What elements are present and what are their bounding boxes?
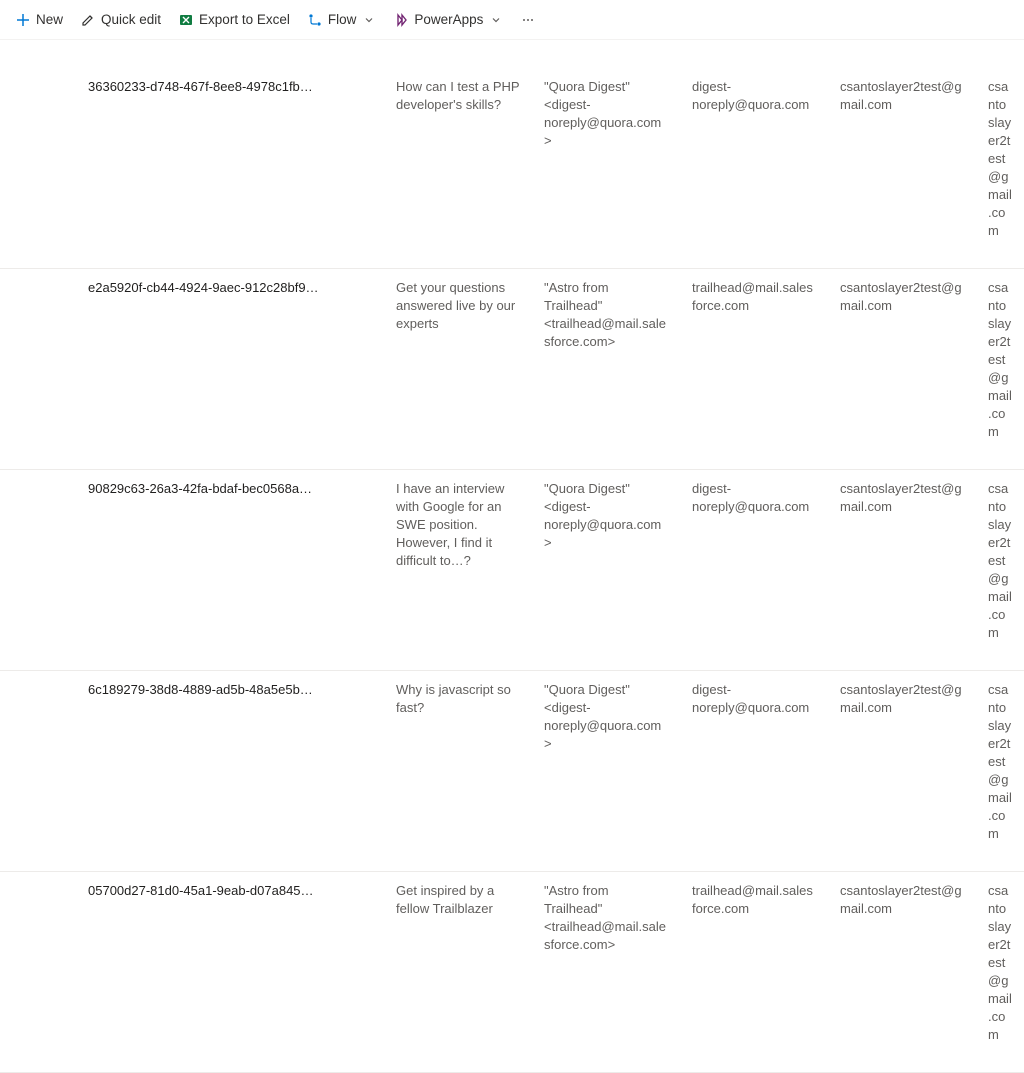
cell-id[interactable]: 90829c63-26a3-42fa-bdaf-bec0568a… [76, 470, 384, 670]
pencil-icon [81, 13, 95, 27]
cell-last: csantoslayer2test@gmail.com [976, 671, 1024, 871]
cell-from: "Quora Digest" <digest-noreply@quora.com… [532, 68, 680, 268]
new-button[interactable]: New [8, 4, 71, 36]
cell-subject: How can I test a PHP developer's skills? [384, 68, 532, 268]
cell-to: csantoslayer2test@gmail.com [828, 470, 976, 670]
cell-id[interactable]: 6c189279-38d8-4889-ad5b-48a5e5b… [76, 671, 384, 871]
cell-subject: Get your questions answered live by our … [384, 269, 532, 469]
row-type-icon-placeholder [34, 68, 76, 268]
list-items: 36360233-d748-467f-8ee8-4978c1fb… How ca… [0, 40, 1024, 1073]
excel-icon [179, 13, 193, 27]
cell-to: csantoslayer2test@gmail.com [828, 872, 976, 1072]
powerapps-button[interactable]: PowerApps [386, 4, 511, 36]
cell-from: "Astro from Trailhead" <trailhead@mail.s… [532, 269, 680, 469]
cell-to: csantoslayer2test@gmail.com [828, 68, 976, 268]
table-row[interactable]: 90829c63-26a3-42fa-bdaf-bec0568a… I have… [0, 470, 1024, 671]
more-button[interactable] [513, 4, 543, 36]
quick-edit-button[interactable]: Quick edit [73, 4, 169, 36]
powerapps-label: PowerApps [414, 12, 483, 27]
plus-icon [16, 13, 30, 27]
ellipsis-icon [521, 13, 535, 27]
chevron-down-icon [362, 13, 376, 27]
row-selector[interactable] [0, 470, 34, 670]
cell-subject: Get inspired by a fellow Trailblazer [384, 872, 532, 1072]
cell-subject: I have an interview with Google for an S… [384, 470, 532, 670]
cell-replyto: digest-noreply@quora.com [680, 671, 828, 871]
new-label: New [36, 12, 63, 27]
powerapps-icon [394, 13, 408, 27]
flow-button[interactable]: Flow [300, 4, 385, 36]
row-type-icon-placeholder [34, 269, 76, 469]
cell-replyto: digest-noreply@quora.com [680, 68, 828, 268]
command-bar: New Quick edit Export to Excel Flow Powe… [0, 0, 1024, 40]
row-type-icon-placeholder [34, 671, 76, 871]
cell-id[interactable]: e2a5920f-cb44-4924-9aec-912c28bf9… [76, 269, 384, 469]
cell-id[interactable]: 05700d27-81d0-45a1-9eab-d07a845… [76, 872, 384, 1072]
cell-replyto: digest-noreply@quora.com [680, 470, 828, 670]
cell-last: csantoslayer2test@gmail.com [976, 470, 1024, 670]
cell-id[interactable]: 36360233-d748-467f-8ee8-4978c1fb… [76, 68, 384, 268]
cell-subject: Why is javascript so fast? [384, 671, 532, 871]
cell-to: csantoslayer2test@gmail.com [828, 269, 976, 469]
export-excel-label: Export to Excel [199, 12, 290, 27]
row-type-icon-placeholder [34, 872, 76, 1072]
row-selector[interactable] [0, 269, 34, 469]
cell-replyto: trailhead@mail.salesforce.com [680, 269, 828, 469]
export-excel-button[interactable]: Export to Excel [171, 4, 298, 36]
row-type-icon-placeholder [34, 470, 76, 670]
row-selector[interactable] [0, 671, 34, 871]
table-row[interactable]: e2a5920f-cb44-4924-9aec-912c28bf9… Get y… [0, 269, 1024, 470]
cell-last: csantoslayer2test@gmail.com [976, 68, 1024, 268]
quick-edit-label: Quick edit [101, 12, 161, 27]
flow-icon [308, 13, 322, 27]
flow-label: Flow [328, 12, 357, 27]
row-selector[interactable] [0, 68, 34, 268]
table-row[interactable]: 36360233-d748-467f-8ee8-4978c1fb… How ca… [0, 68, 1024, 269]
row-selector[interactable] [0, 872, 34, 1072]
cell-from: "Quora Digest" <digest-noreply@quora.com… [532, 671, 680, 871]
cell-from: "Quora Digest" <digest-noreply@quora.com… [532, 470, 680, 670]
chevron-down-icon [489, 13, 503, 27]
cell-last: csantoslayer2test@gmail.com [976, 269, 1024, 469]
cell-replyto: trailhead@mail.salesforce.com [680, 872, 828, 1072]
cell-last: csantoslayer2test@gmail.com [976, 872, 1024, 1072]
table-row[interactable]: 05700d27-81d0-45a1-9eab-d07a845… Get ins… [0, 872, 1024, 1073]
cell-from: "Astro from Trailhead" <trailhead@mail.s… [532, 872, 680, 1072]
cell-to: csantoslayer2test@gmail.com [828, 671, 976, 871]
table-row[interactable]: 6c189279-38d8-4889-ad5b-48a5e5b… Why is … [0, 671, 1024, 872]
